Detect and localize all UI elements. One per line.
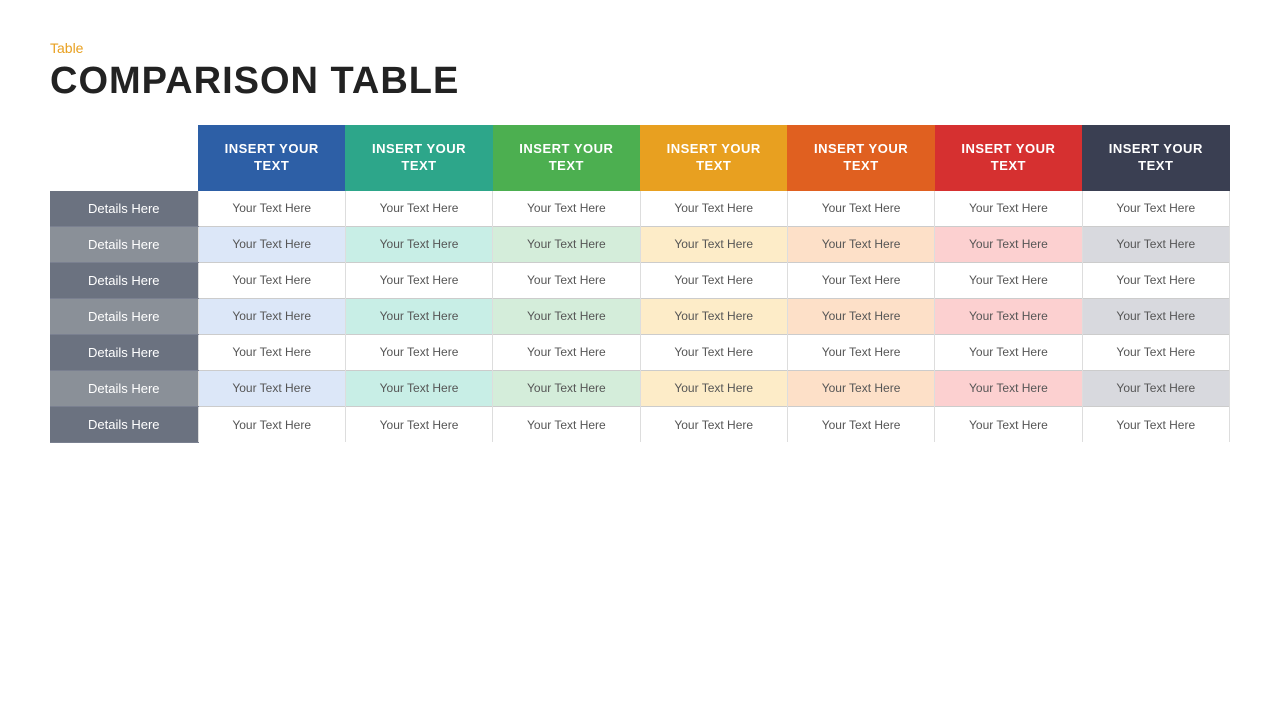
header-label: Table	[50, 40, 1230, 56]
cell-r0-c1: Your Text Here	[345, 191, 492, 227]
row-label-2: Details Here	[50, 262, 198, 298]
cell-r0-c6: Your Text Here	[1082, 191, 1229, 227]
cell-r3-c3: Your Text Here	[640, 298, 787, 334]
row-label-0: Details Here	[50, 191, 198, 227]
col-header-col2: INSERT YOUR TEXT	[345, 125, 492, 191]
row-label-6: Details Here	[50, 406, 198, 442]
col-header-col7: INSERT YOUR TEXT	[1082, 125, 1229, 191]
row-label-5: Details Here	[50, 370, 198, 406]
cell-r3-c1: Your Text Here	[345, 298, 492, 334]
table-row: Details HereYour Text HereYour Text Here…	[50, 298, 1230, 334]
row-label-4: Details Here	[50, 334, 198, 370]
cell-r5-c1: Your Text Here	[345, 370, 492, 406]
header: Table COMPARISON TABLE	[50, 40, 1230, 103]
col-header-col5: INSERT YOUR TEXT	[787, 125, 934, 191]
table-row: Details HereYour Text HereYour Text Here…	[50, 406, 1230, 442]
cell-r4-c0: Your Text Here	[198, 334, 345, 370]
cell-r5-c5: Your Text Here	[935, 370, 1082, 406]
row-label-1: Details Here	[50, 226, 198, 262]
cell-r5-c4: Your Text Here	[787, 370, 934, 406]
comparison-table: INSERT YOUR TEXTINSERT YOUR TEXTINSERT Y…	[50, 125, 1230, 443]
cell-r2-c5: Your Text Here	[935, 262, 1082, 298]
cell-r2-c0: Your Text Here	[198, 262, 345, 298]
cell-r3-c5: Your Text Here	[935, 298, 1082, 334]
table-row: Details HereYour Text HereYour Text Here…	[50, 226, 1230, 262]
table-row: Details HereYour Text HereYour Text Here…	[50, 370, 1230, 406]
cell-r3-c6: Your Text Here	[1082, 298, 1229, 334]
cell-r1-c0: Your Text Here	[198, 226, 345, 262]
cell-r6-c6: Your Text Here	[1082, 406, 1229, 442]
cell-r0-c4: Your Text Here	[787, 191, 934, 227]
col-header-empty	[50, 125, 198, 191]
cell-r4-c2: Your Text Here	[493, 334, 640, 370]
cell-r6-c0: Your Text Here	[198, 406, 345, 442]
header-title: COMPARISON TABLE	[50, 60, 1230, 103]
cell-r5-c2: Your Text Here	[493, 370, 640, 406]
cell-r1-c6: Your Text Here	[1082, 226, 1229, 262]
cell-r3-c0: Your Text Here	[198, 298, 345, 334]
cell-r0-c3: Your Text Here	[640, 191, 787, 227]
cell-r4-c4: Your Text Here	[787, 334, 934, 370]
cell-r1-c1: Your Text Here	[345, 226, 492, 262]
cell-r2-c4: Your Text Here	[787, 262, 934, 298]
cell-r2-c2: Your Text Here	[493, 262, 640, 298]
cell-r5-c0: Your Text Here	[198, 370, 345, 406]
cell-r3-c4: Your Text Here	[787, 298, 934, 334]
col-header-col3: INSERT YOUR TEXT	[493, 125, 640, 191]
table-row: Details HereYour Text HereYour Text Here…	[50, 262, 1230, 298]
cell-r6-c2: Your Text Here	[493, 406, 640, 442]
cell-r0-c5: Your Text Here	[935, 191, 1082, 227]
cell-r4-c6: Your Text Here	[1082, 334, 1229, 370]
cell-r6-c1: Your Text Here	[345, 406, 492, 442]
cell-r0-c0: Your Text Here	[198, 191, 345, 227]
page: Table COMPARISON TABLE INSERT YOUR TEXTI…	[0, 0, 1280, 720]
cell-r1-c2: Your Text Here	[493, 226, 640, 262]
col-header-col6: INSERT YOUR TEXT	[935, 125, 1082, 191]
row-label-3: Details Here	[50, 298, 198, 334]
table-wrapper: INSERT YOUR TEXTINSERT YOUR TEXTINSERT Y…	[50, 125, 1230, 690]
cell-r0-c2: Your Text Here	[493, 191, 640, 227]
cell-r4-c5: Your Text Here	[935, 334, 1082, 370]
table-row: Details HereYour Text HereYour Text Here…	[50, 191, 1230, 227]
cell-r1-c4: Your Text Here	[787, 226, 934, 262]
cell-r1-c3: Your Text Here	[640, 226, 787, 262]
table-row: Details HereYour Text HereYour Text Here…	[50, 334, 1230, 370]
cell-r6-c5: Your Text Here	[935, 406, 1082, 442]
col-header-col4: INSERT YOUR TEXT	[640, 125, 787, 191]
cell-r6-c3: Your Text Here	[640, 406, 787, 442]
cell-r2-c1: Your Text Here	[345, 262, 492, 298]
cell-r5-c6: Your Text Here	[1082, 370, 1229, 406]
cell-r2-c6: Your Text Here	[1082, 262, 1229, 298]
cell-r3-c2: Your Text Here	[493, 298, 640, 334]
cell-r4-c1: Your Text Here	[345, 334, 492, 370]
cell-r2-c3: Your Text Here	[640, 262, 787, 298]
cell-r4-c3: Your Text Here	[640, 334, 787, 370]
cell-r1-c5: Your Text Here	[935, 226, 1082, 262]
cell-r6-c4: Your Text Here	[787, 406, 934, 442]
cell-r5-c3: Your Text Here	[640, 370, 787, 406]
col-header-col1: INSERT YOUR TEXT	[198, 125, 345, 191]
